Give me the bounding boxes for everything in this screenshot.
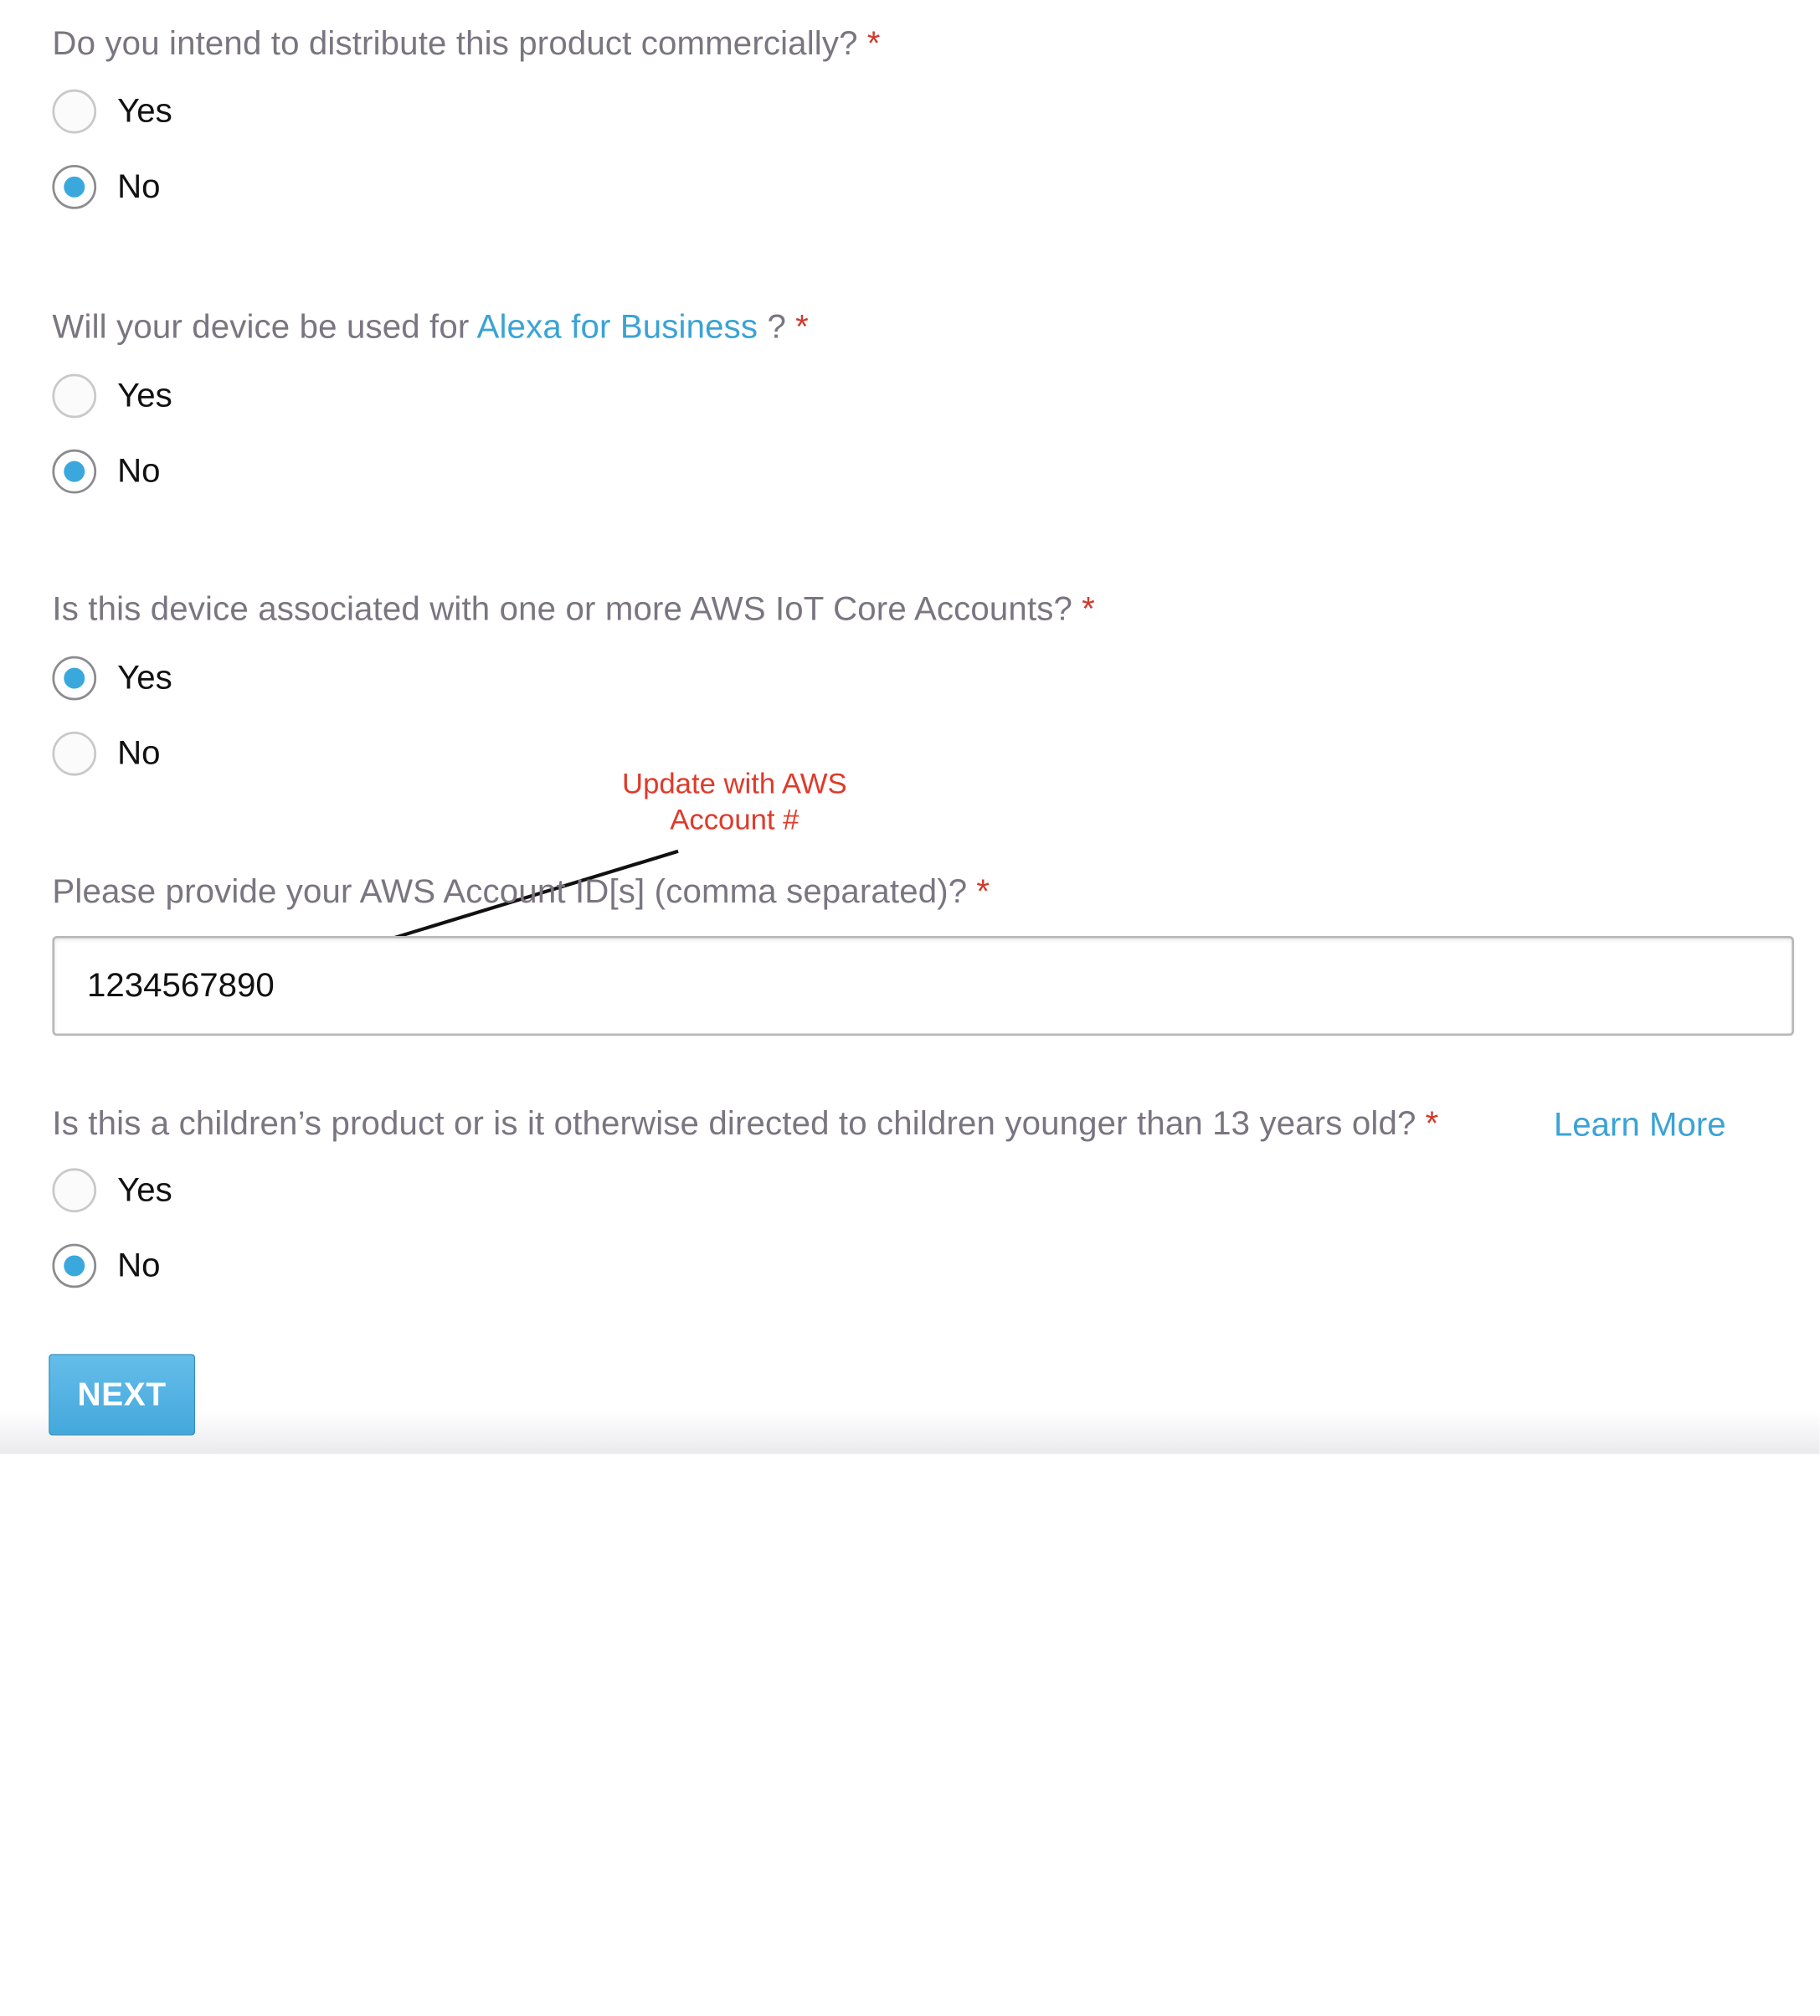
- alexa-for-business-link[interactable]: Alexa for Business: [477, 309, 758, 346]
- question-text: Is this device associated with one or mo…: [52, 591, 1073, 629]
- footer-shadow: [0, 1411, 1820, 1454]
- aws-account-id-input[interactable]: [52, 936, 1795, 1036]
- radio-button-selected[interactable]: [52, 164, 97, 209]
- question-childrens-product: Is this a children’s product or is it ot…: [52, 1106, 1438, 1144]
- radio-button-selected[interactable]: [52, 1243, 97, 1288]
- radio-button-selected[interactable]: [52, 449, 97, 494]
- question-text: Do you intend to distribute this product…: [52, 25, 858, 63]
- q2-option-yes[interactable]: Yes: [52, 373, 172, 419]
- required-marker: *: [976, 873, 990, 911]
- radio-button[interactable]: [52, 89, 97, 134]
- radio-button-selected[interactable]: [52, 656, 97, 701]
- option-label: Yes: [117, 377, 172, 414]
- q1-option-yes[interactable]: Yes: [52, 89, 172, 134]
- question-text: Will your device be used for: [52, 308, 477, 347]
- learn-more-link[interactable]: Learn More: [1554, 1107, 1726, 1145]
- question-text: Please provide your AWS Account ID[s] (c…: [52, 873, 968, 911]
- radio-dot-icon: [64, 667, 85, 689]
- radio-dot-icon: [64, 1255, 85, 1277]
- question-commercial-distribution: Do you intend to distribute this product…: [52, 26, 880, 64]
- question-aws-account-ids: Please provide your AWS Account ID[s] (c…: [52, 873, 990, 912]
- annotation-callout: Update with AWS Account #: [622, 767, 847, 836]
- q1-option-no[interactable]: No: [52, 164, 161, 209]
- next-button[interactable]: NEXT: [49, 1354, 196, 1436]
- form-page: Do you intend to distribute this product…: [0, 0, 1820, 2016]
- radio-button[interactable]: [52, 1168, 97, 1213]
- annotation-arrow-icon: [320, 849, 679, 963]
- question-aws-iot-core-accounts: Is this device associated with one or mo…: [52, 591, 1095, 630]
- option-label: No: [117, 1247, 161, 1284]
- radio-dot-icon: [64, 460, 85, 482]
- required-marker: *: [866, 25, 881, 63]
- q2-option-no[interactable]: No: [52, 449, 161, 494]
- option-label: Yes: [117, 92, 172, 130]
- option-label: No: [117, 452, 161, 490]
- q3-option-yes[interactable]: Yes: [52, 656, 172, 701]
- radio-button[interactable]: [52, 731, 97, 776]
- q5-option-no[interactable]: No: [52, 1243, 161, 1288]
- question-alexa-for-business: Will your device be used for Alexa for B…: [52, 309, 808, 347]
- q5-option-yes[interactable]: Yes: [52, 1168, 172, 1213]
- required-marker: *: [1082, 591, 1095, 629]
- option-label: Yes: [117, 659, 172, 697]
- required-marker: *: [795, 308, 809, 347]
- q3-option-no[interactable]: No: [52, 731, 161, 776]
- option-label: No: [117, 167, 161, 205]
- question-text: Is this a children’s product or is it ot…: [52, 1105, 1416, 1143]
- required-marker: *: [1425, 1105, 1439, 1143]
- option-label: No: [117, 734, 161, 772]
- radio-dot-icon: [64, 176, 85, 198]
- option-label: Yes: [117, 1170, 172, 1209]
- question-text-suffix: ?: [758, 308, 787, 347]
- radio-button[interactable]: [52, 373, 97, 419]
